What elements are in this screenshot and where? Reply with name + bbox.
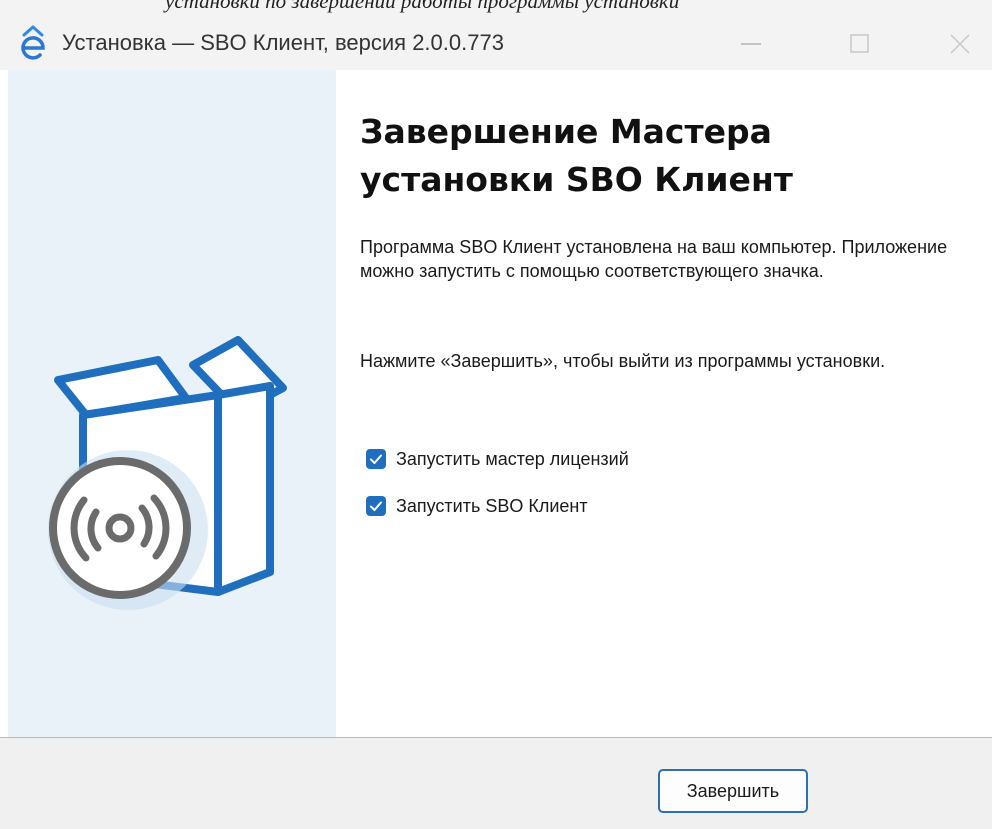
box-with-disc-icon	[48, 336, 287, 610]
checkbox-label[interactable]: Запустить SBO Клиент	[396, 496, 588, 517]
wizard-side-panel	[8, 70, 336, 737]
maximize-button[interactable]	[828, 16, 890, 70]
finish-instruction-text: Нажмите «Завершить», чтобы выйти из прог…	[360, 351, 886, 371]
close-button[interactable]	[928, 16, 990, 70]
sbo-logo-icon	[21, 25, 45, 60]
close-icon	[950, 34, 970, 54]
checkbox-checked[interactable]	[366, 449, 386, 469]
wizard-content: Завершение Мастера установки SBO Клиент …	[358, 70, 968, 737]
window-titlebar: Установка — SBO Клиент, версия 2.0.0.773	[0, 16, 992, 70]
window-title: Установка — SBO Клиент, версия 2.0.0.773	[62, 30, 504, 55]
maximize-icon	[850, 34, 869, 53]
checkmark-icon	[370, 454, 382, 464]
minimize-icon	[741, 43, 761, 45]
page-heading: Завершение Мастера установки SBO Клиент	[360, 112, 793, 199]
clipped-top-text-strip: установки по завершении работы программы…	[0, 0, 992, 16]
launch-sbo-client-checkbox[interactable]: Запустить SBO Клиент	[366, 493, 588, 519]
checkbox-label[interactable]: Запустить мастер лицензий	[396, 449, 629, 470]
minimize-button[interactable]	[719, 16, 781, 70]
launch-license-wizard-checkbox[interactable]: Запустить мастер лицензий	[366, 446, 629, 472]
checkbox-checked[interactable]	[366, 496, 386, 516]
clipped-top-text: установки по завершении работы программы…	[165, 0, 680, 13]
install-complete-text: Программа SBO Клиент установлена на ваш …	[360, 237, 948, 281]
checkmark-icon	[370, 501, 382, 511]
wizard-footer: Завершить	[0, 737, 992, 829]
finish-button[interactable]: Завершить	[658, 769, 808, 813]
